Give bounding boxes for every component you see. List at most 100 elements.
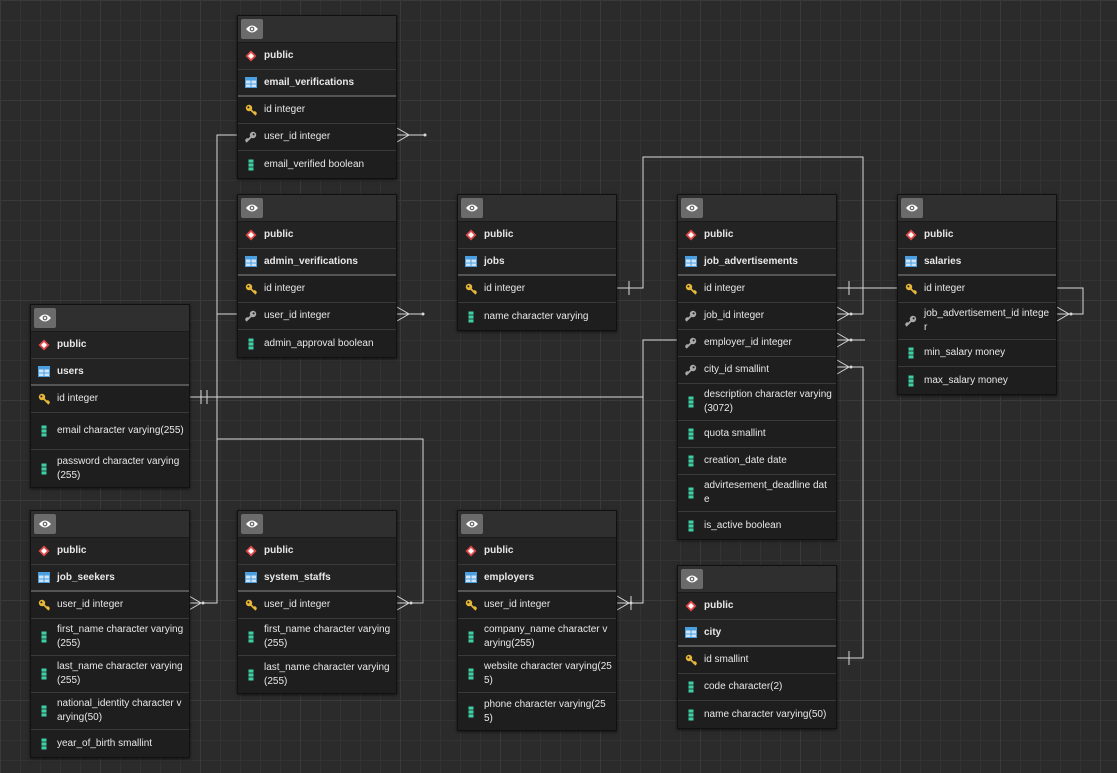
column-row[interactable]: user_id integer bbox=[458, 592, 616, 619]
table-salaries[interactable]: public salaries id integer job_advertisemen… bbox=[897, 194, 1057, 395]
eye-icon[interactable] bbox=[461, 514, 483, 534]
column-row[interactable]: email character varying(255) bbox=[31, 413, 189, 450]
table-name-row[interactable]: email_verifications bbox=[238, 70, 396, 97]
table-icon bbox=[465, 256, 477, 268]
eye-icon[interactable] bbox=[34, 308, 56, 328]
eye-icon[interactable] bbox=[241, 19, 263, 39]
column-row[interactable]: user_id integer bbox=[238, 124, 396, 151]
column-row[interactable]: last_name character varying(255) bbox=[31, 656, 189, 693]
column-row[interactable]: id integer bbox=[238, 276, 396, 303]
eye-icon[interactable] bbox=[461, 198, 483, 218]
column-icon bbox=[465, 706, 477, 718]
eye-icon[interactable] bbox=[681, 569, 703, 589]
column-label: company_name character varying(255) bbox=[484, 624, 608, 649]
column-row[interactable]: user_id integer bbox=[238, 592, 396, 619]
schema-row: public bbox=[31, 538, 189, 565]
schema-label: public bbox=[484, 229, 514, 240]
column-label: last_name character varying(255) bbox=[264, 661, 390, 687]
schema-icon bbox=[905, 229, 917, 241]
column-row[interactable]: min_salary money bbox=[898, 340, 1056, 367]
column-row[interactable]: phone character varying(255) bbox=[458, 693, 616, 730]
column-row[interactable]: id integer bbox=[898, 276, 1056, 303]
primary-key-icon bbox=[905, 283, 917, 295]
eye-icon[interactable] bbox=[241, 198, 263, 218]
eye-icon[interactable] bbox=[241, 514, 263, 534]
column-label: user_id integer bbox=[264, 599, 331, 610]
link-city-job-advertisements bbox=[837, 366, 864, 659]
table-system-staffs[interactable]: public system_staffs user_id integer first_… bbox=[237, 510, 397, 694]
column-row[interactable]: email_verified boolean bbox=[238, 151, 396, 178]
primary-key-icon bbox=[38, 393, 50, 405]
table-city[interactable]: public city id smallint code character(2) na… bbox=[677, 565, 837, 729]
column-row[interactable]: id integer bbox=[31, 386, 189, 413]
column-row[interactable]: id smallint bbox=[678, 647, 836, 674]
column-row[interactable]: company_name character varying(255) bbox=[458, 619, 616, 656]
schema-label: public bbox=[484, 545, 514, 556]
column-row[interactable]: user_id integer bbox=[238, 303, 396, 330]
column-icon bbox=[245, 669, 257, 681]
column-row[interactable]: city_id smallint bbox=[678, 357, 836, 384]
users-one-mark bbox=[200, 390, 208, 404]
table-icon bbox=[38, 572, 50, 584]
eye-icon[interactable] bbox=[901, 198, 923, 218]
table-job-advertisements[interactable]: public job_advertisements id integer job_id… bbox=[677, 194, 837, 540]
column-row[interactable]: is_active boolean bbox=[678, 512, 836, 539]
table-name: admin_verifications bbox=[264, 255, 358, 267]
table-name-row[interactable]: job_seekers bbox=[31, 565, 189, 592]
column-row[interactable]: employer_id integer bbox=[678, 330, 836, 357]
table-name-row[interactable]: job_advertisements bbox=[678, 249, 836, 276]
column-row[interactable]: last_name character varying(255) bbox=[238, 656, 396, 693]
table-jobs[interactable]: public jobs id integer name character varyi… bbox=[457, 194, 617, 331]
column-row[interactable]: first_name character varying(255) bbox=[31, 619, 189, 656]
column-row[interactable]: quota smallint bbox=[678, 421, 836, 448]
table-job-seekers[interactable]: public job_seekers user_id integer first_na… bbox=[30, 510, 190, 758]
column-row[interactable]: password character varying(255) bbox=[31, 450, 189, 487]
table-admin-verifications[interactable]: public admin_verifications id integer user_… bbox=[237, 194, 397, 358]
column-row[interactable]: user_id integer bbox=[31, 592, 189, 619]
column-row[interactable]: name character varying(50) bbox=[678, 701, 836, 728]
column-icon bbox=[685, 709, 697, 721]
table-header bbox=[238, 16, 396, 43]
column-row[interactable]: job_id integer bbox=[678, 303, 836, 330]
column-row[interactable]: website character varying(255) bbox=[458, 656, 616, 693]
schema-row: public bbox=[31, 332, 189, 359]
column-row[interactable]: first_name character varying(255) bbox=[238, 619, 396, 656]
table-name-row[interactable]: salaries bbox=[898, 249, 1056, 276]
column-row[interactable]: id integer bbox=[458, 276, 616, 303]
column-row[interactable]: creation_date date bbox=[678, 448, 836, 475]
eye-icon[interactable] bbox=[681, 198, 703, 218]
column-row[interactable]: id integer bbox=[678, 276, 836, 303]
column-row[interactable]: year_of_birth smallint bbox=[31, 730, 189, 757]
column-label: last_name character varying(255) bbox=[57, 661, 183, 686]
table-employers[interactable]: public employers user_id integer company_na… bbox=[457, 510, 617, 731]
column-row[interactable]: admin_approval boolean bbox=[238, 330, 396, 357]
column-row[interactable]: name character varying bbox=[458, 303, 616, 330]
column-label: email character varying(255) bbox=[57, 425, 184, 436]
table-email-verifications[interactable]: public email_verifications id integer user_… bbox=[237, 15, 397, 179]
column-row[interactable]: advirtesement_deadline date bbox=[678, 475, 836, 512]
schema-label: public bbox=[704, 600, 734, 611]
table-name-row[interactable]: users bbox=[31, 359, 189, 386]
table-name-row[interactable]: employers bbox=[458, 565, 616, 592]
table-name-row[interactable]: system_staffs bbox=[238, 565, 396, 592]
table-icon bbox=[905, 256, 917, 268]
column-label: id integer bbox=[924, 283, 966, 294]
table-name-row[interactable]: admin_verifications bbox=[238, 249, 396, 276]
table-name-row[interactable]: city bbox=[678, 620, 836, 647]
eye-icon[interactable] bbox=[34, 514, 56, 534]
salaries-crowsfoot bbox=[1056, 306, 1070, 322]
column-icon bbox=[38, 738, 50, 750]
column-label: id integer bbox=[264, 104, 306, 115]
table-users[interactable]: public users id integer email character var… bbox=[30, 304, 190, 488]
column-label: id integer bbox=[704, 283, 746, 294]
column-row[interactable]: id integer bbox=[238, 97, 396, 124]
column-icon bbox=[38, 425, 50, 437]
column-row[interactable]: job_advertisement_id integer bbox=[898, 303, 1056, 340]
employer-id-crowsfoot bbox=[836, 332, 865, 348]
table-icon bbox=[685, 256, 697, 268]
column-row[interactable]: description character varying(3072) bbox=[678, 384, 836, 421]
column-row[interactable]: code character(2) bbox=[678, 674, 836, 701]
table-name-row[interactable]: jobs bbox=[458, 249, 616, 276]
column-row[interactable]: max_salary money bbox=[898, 367, 1056, 394]
column-row[interactable]: national_identity character varying(50) bbox=[31, 693, 189, 730]
